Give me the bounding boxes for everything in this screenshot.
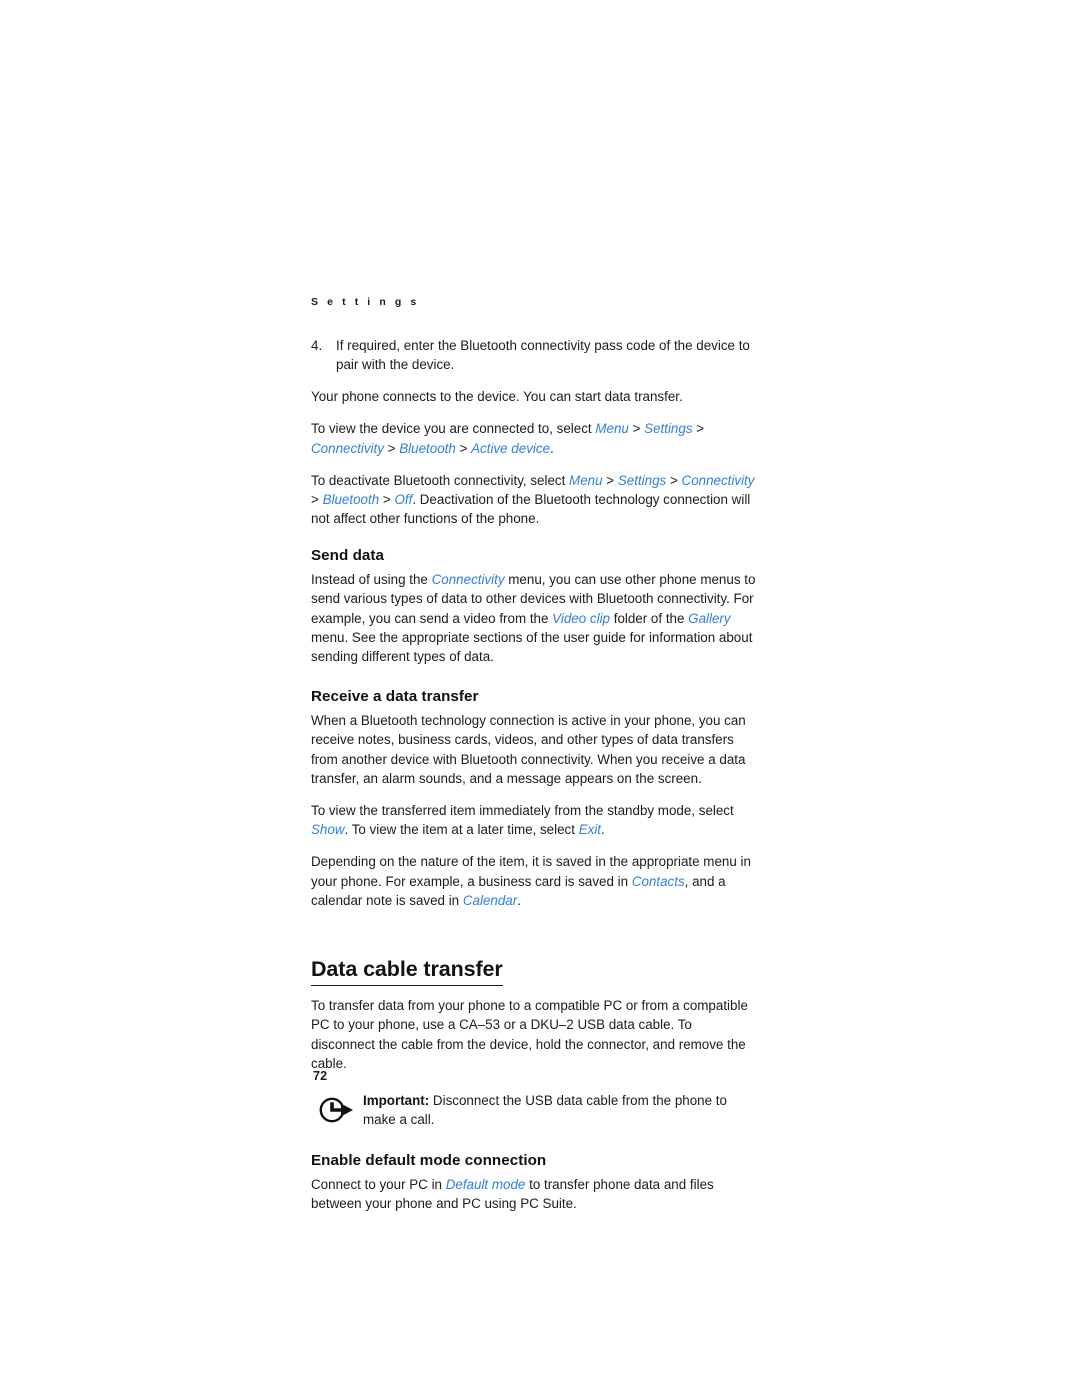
paragraph-receive-3: Depending on the nature of the item, it … bbox=[311, 852, 757, 910]
paragraph-default-mode: Connect to your PC in Default mode to tr… bbox=[311, 1175, 757, 1214]
separator-glyph-6: > bbox=[669, 472, 678, 488]
important-note-text: Important: Disconnect the USB data cable… bbox=[363, 1091, 757, 1130]
paragraph-receive-1: When a Bluetooth technology connection i… bbox=[311, 712, 746, 786]
section-heading-wrapper: Data cable transfer bbox=[311, 923, 757, 996]
ref-video-clip: Video clip bbox=[552, 610, 610, 626]
step-marker: 4. bbox=[311, 337, 323, 353]
ref-menu-2: Menu bbox=[569, 472, 603, 488]
ref-contacts: Contacts bbox=[631, 873, 685, 889]
paragraph-deactivate: To deactivate Bluetooth connectivity, se… bbox=[311, 471, 757, 529]
receive-2-a: To view the transferred item immediately… bbox=[311, 802, 734, 818]
page-number: 72 bbox=[313, 1069, 328, 1083]
running-head: S e t t i n g s bbox=[311, 296, 420, 308]
ref-show: Show bbox=[311, 822, 345, 838]
page-content-column: S e t t i n g s 4. If required, enter th… bbox=[311, 297, 757, 1226]
view-device-lead: To view the device you are connected to,… bbox=[311, 421, 596, 437]
ref-gallery: Gallery bbox=[688, 610, 731, 626]
step-text: If required, enter the Bluetooth connect… bbox=[336, 337, 750, 372]
heading-send-data: Send data bbox=[311, 546, 385, 564]
document-page: S e t t i n g s 4. If required, enter th… bbox=[0, 0, 1080, 1397]
ref-connectivity: Connectivity bbox=[311, 440, 384, 456]
ref-bluetooth: Bluetooth bbox=[399, 440, 456, 456]
send-data-text-d: menu. See the appropriate sections of th… bbox=[311, 629, 753, 665]
separator-glyph-3: > bbox=[387, 440, 396, 456]
ref-settings: Settings bbox=[644, 421, 693, 437]
period-1: . bbox=[550, 440, 554, 456]
important-note: Important: Disconnect the USB data cable… bbox=[311, 1091, 757, 1131]
important-note-arrow-icon bbox=[318, 1095, 356, 1125]
receive-2-c: . bbox=[601, 822, 605, 838]
ref-active-device: Active device bbox=[471, 440, 551, 456]
separator-glyph-8: > bbox=[382, 491, 391, 507]
paragraph-phone-connects: Your phone connects to the device. You c… bbox=[311, 389, 683, 405]
heading-enable-default-mode: Enable default mode connection bbox=[311, 1151, 547, 1169]
ref-connectivity-2: Connectivity bbox=[681, 472, 755, 488]
paragraph-receive-2: To view the transferred item immediately… bbox=[311, 801, 757, 840]
heading-receive-data-transfer: Receive a data transfer bbox=[311, 687, 479, 705]
ref-connectivity-3: Connectivity bbox=[431, 571, 505, 587]
important-note-label: Important: bbox=[363, 1092, 430, 1108]
paragraph-view-device: To view the device you are connected to,… bbox=[311, 419, 757, 458]
ref-default-mode: Default mode bbox=[445, 1176, 526, 1192]
ref-off: Off bbox=[394, 491, 413, 507]
ref-menu: Menu bbox=[595, 421, 629, 437]
default-mode-text-a: Connect to your PC in bbox=[311, 1176, 446, 1192]
receive-2-b: . To view the item at a later time, sele… bbox=[344, 822, 579, 838]
send-data-text-a: Instead of using the bbox=[311, 571, 432, 587]
numbered-step-4: 4. If required, enter the Bluetooth conn… bbox=[311, 336, 757, 375]
separator-glyph-2: > bbox=[696, 421, 705, 437]
paragraph-data-cable: To transfer data from your phone to a co… bbox=[311, 997, 748, 1072]
ref-exit: Exit bbox=[578, 822, 602, 838]
ref-bluetooth-2: Bluetooth bbox=[322, 491, 380, 507]
deactivate-lead: To deactivate Bluetooth connectivity, se… bbox=[311, 472, 570, 488]
heading-data-cable-transfer: Data cable transfer bbox=[311, 956, 503, 986]
ref-settings-2: Settings bbox=[617, 472, 667, 488]
ref-calendar: Calendar bbox=[462, 893, 518, 909]
receive-3-c: . bbox=[517, 893, 521, 909]
send-data-text-c: folder of the bbox=[610, 610, 689, 626]
separator-glyph-5: > bbox=[606, 472, 615, 488]
paragraph-send-data: Instead of using the Connectivity menu, … bbox=[311, 570, 757, 667]
separator-glyph-7: > bbox=[311, 491, 319, 507]
